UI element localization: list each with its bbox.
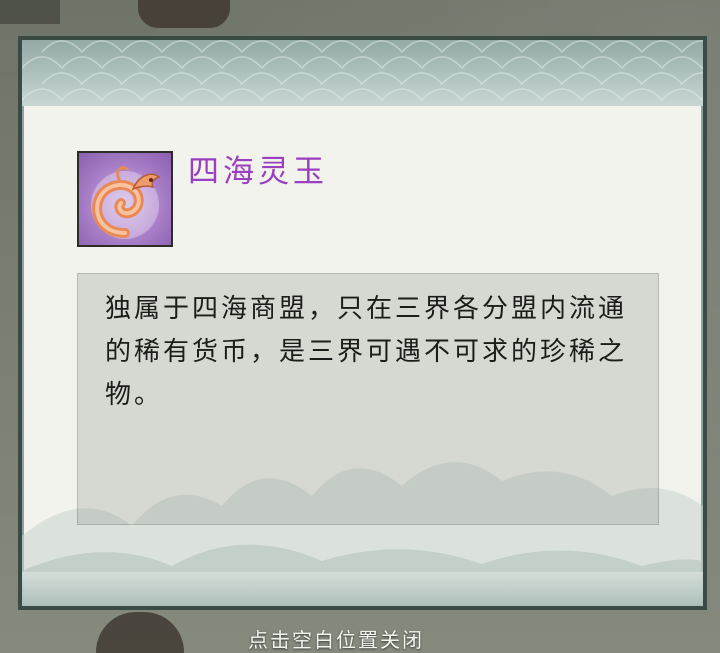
item-icon-frame [77,151,173,247]
backdrop-ornament-left [0,0,60,24]
wave-pattern-footer [22,572,703,606]
wave-pattern-header [22,40,703,106]
character-portrait-top [138,0,230,28]
close-hint[interactable]: 点击空白位置关闭 [248,624,424,653]
item-name: 四海灵玉 [188,154,328,190]
jade-dragon-icon [91,166,161,239]
item-description: 独属于四海商盟，只在三界各分盟内流通的稀有货币，是三界可遇不可求的珍稀之物。 [105,294,628,410]
wave-pattern-icon [22,40,703,102]
item-description-panel: 独属于四海商盟，只在三界各分盟内流通的稀有货币，是三界可遇不可求的珍稀之物。 [77,273,659,525]
item-detail-dialog: 四海灵玉 独属于四海商盟，只在三界各分盟内流通的稀有货币，是三界可遇不可求的珍稀… [18,36,707,610]
